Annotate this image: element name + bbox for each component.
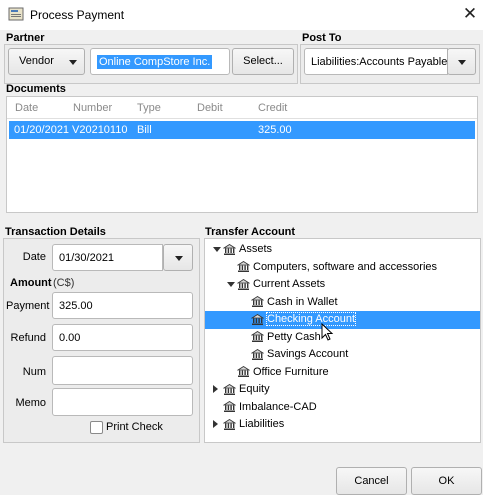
tree-rows: Assets Computers, software and accessorie… xyxy=(205,241,480,434)
app-icon xyxy=(8,7,24,21)
close-icon[interactable]: ✕ xyxy=(458,3,482,25)
documents-label: Documents xyxy=(6,83,66,95)
mouse-cursor-icon xyxy=(321,323,334,341)
tree-item-label: Office Furniture xyxy=(253,365,329,378)
documents-header: Date Number Type Debit Credit xyxy=(7,97,477,119)
partner-label: Partner xyxy=(6,32,45,44)
tree-item[interactable]: Assets xyxy=(205,241,480,259)
print-check-checkbox[interactable] xyxy=(90,421,103,434)
transfer-account-label: Transfer Account xyxy=(205,226,296,238)
expand-right-icon[interactable] xyxy=(213,381,223,399)
cell-credit: 325.00 xyxy=(258,124,292,136)
tree-item[interactable]: Checking Account xyxy=(205,311,480,329)
expand-down-icon[interactable] xyxy=(227,276,237,294)
bank-icon xyxy=(237,261,253,273)
num-label: Num xyxy=(22,366,46,378)
bank-icon xyxy=(251,348,267,360)
partner-name-field[interactable]: Online CompStore Inc. xyxy=(90,48,230,75)
bank-icon xyxy=(237,366,253,378)
cell-number: V20210110 xyxy=(72,124,128,136)
tree-item[interactable]: Current Assets xyxy=(205,276,480,294)
partner-type-dropdown[interactable]: Vendor xyxy=(8,48,85,75)
tree-item-label: Petty Cash xyxy=(267,330,321,343)
tree-item-label: Checking Account xyxy=(265,312,357,326)
table-row[interactable]: 01/20/2021 V20210110 Bill 325.00 xyxy=(9,121,475,139)
ok-button[interactable]: OK xyxy=(411,467,482,495)
refund-label: Refund xyxy=(10,332,46,344)
post-to-field[interactable]: Liabilities:Accounts Payable:l xyxy=(304,48,448,75)
memo-label: Memo xyxy=(15,397,46,409)
tree-item[interactable]: Office Furniture xyxy=(205,364,480,382)
tree-item-label: Computers, software and accessories xyxy=(253,260,438,273)
bank-icon xyxy=(251,296,267,308)
bank-icon xyxy=(223,243,239,255)
bank-icon xyxy=(223,418,239,430)
tree-item-label: Assets xyxy=(239,243,273,255)
partner-type-value: Vendor xyxy=(19,55,54,67)
tree-item-label: Current Assets xyxy=(253,278,326,290)
tree-item-label: Cash in Wallet xyxy=(267,295,338,308)
tree-item[interactable]: Imbalance-CAD xyxy=(205,399,480,417)
date-label: Date xyxy=(22,251,46,263)
bank-icon xyxy=(223,383,239,395)
payment-label: Payment xyxy=(6,300,50,312)
tree-item[interactable]: Equity xyxy=(205,381,480,399)
date-picker-button[interactable] xyxy=(163,244,193,271)
cancel-button[interactable]: Cancel xyxy=(336,467,407,495)
tree-item[interactable]: Computers, software and accessories xyxy=(205,259,480,277)
tree-item[interactable]: Savings Account xyxy=(205,346,480,364)
bank-icon xyxy=(223,401,239,413)
select-partner-button[interactable]: Select... xyxy=(232,48,294,75)
col-debit[interactable]: Debit xyxy=(197,102,223,114)
transfer-account-tree[interactable]: Assets Computers, software and accessorie… xyxy=(204,238,481,443)
memo-field[interactable] xyxy=(52,388,193,416)
documents-table[interactable]: Date Number Type Debit Credit 01/20/2021… xyxy=(6,96,478,213)
window-title: Process Payment xyxy=(30,8,125,22)
bank-icon xyxy=(251,331,267,343)
col-credit[interactable]: Credit xyxy=(258,102,287,114)
cell-type: Bill xyxy=(137,124,152,136)
print-check-label[interactable]: Print Check xyxy=(106,421,163,433)
tree-item[interactable]: Liabilities xyxy=(205,416,480,434)
tree-item[interactable]: Petty Cash xyxy=(205,329,480,347)
col-date[interactable]: Date xyxy=(15,102,38,114)
chevron-down-icon xyxy=(175,256,183,261)
tree-item-label: Imbalance-CAD xyxy=(239,400,317,413)
bank-icon xyxy=(251,313,267,325)
payment-field[interactable]: 325.00 xyxy=(52,292,193,319)
chevron-down-icon xyxy=(458,60,466,65)
col-type[interactable]: Type xyxy=(137,102,161,114)
amount-label: Amount xyxy=(10,277,52,289)
expand-down-icon[interactable] xyxy=(213,241,223,259)
cell-date: 01/20/2021 xyxy=(14,124,70,136)
num-field[interactable] xyxy=(52,356,193,385)
expand-right-icon[interactable] xyxy=(213,416,223,434)
refund-field[interactable]: 0.00 xyxy=(52,324,193,351)
post-to-label: Post To xyxy=(302,32,342,44)
tree-item-label: Liabilities xyxy=(239,418,285,430)
chevron-down-icon xyxy=(69,60,77,65)
post-to-dropdown-button[interactable] xyxy=(447,48,476,75)
tree-item-label: Savings Account xyxy=(267,348,349,360)
partner-name-value: Online CompStore Inc. xyxy=(97,55,213,69)
transaction-details-label: Transaction Details xyxy=(5,226,106,238)
col-number[interactable]: Number xyxy=(73,102,112,114)
tree-item-label: Equity xyxy=(239,383,270,395)
currency-label: (C$) xyxy=(53,277,75,289)
bank-icon xyxy=(237,278,253,290)
date-field[interactable]: 01/30/2021 xyxy=(52,244,163,271)
tree-item[interactable]: Cash in Wallet xyxy=(205,294,480,312)
